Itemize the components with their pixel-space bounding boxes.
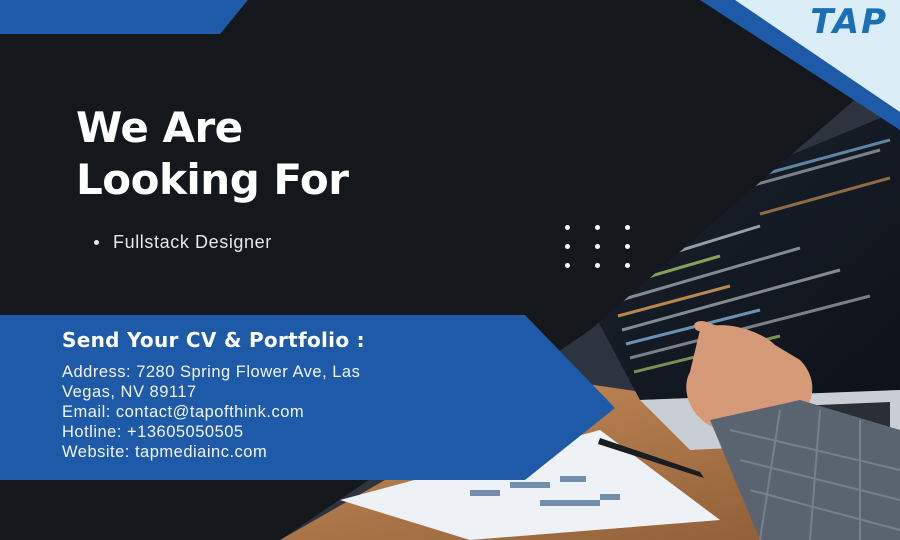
dot-icon [625,244,630,249]
address-line-2: Vegas, NV 89117 [62,383,197,401]
headline: We Are Looking For [76,102,349,206]
hotline-text: Hotline: +13605050505 [62,423,244,441]
headline-line-2: Looking For [76,155,349,204]
role-item: Fullstack Designer [94,232,272,253]
dot-grid-decoration [565,225,630,268]
email-text: Email: contact@tapofthink.com [62,403,305,421]
contact-title: Send Your CV & Portfolio : [62,328,365,352]
dot-icon [565,225,570,230]
dot-icon [565,263,570,268]
contact-info: Send Your CV & Portfolio : Address: 7280… [62,328,492,462]
address-line-1: Address: 7280 Spring Flower Ave, Las [62,363,361,381]
website-text: Website: tapmediainc.com [62,443,268,461]
role-label: Fullstack Designer [113,232,272,252]
dot-icon [595,244,600,249]
tap-logo: TAP [810,2,888,42]
headline-line-1: We Are [76,103,243,152]
dot-icon [595,263,600,268]
dot-icon [565,244,570,249]
dot-icon [595,225,600,230]
bullet-icon [94,240,99,245]
role-list: Fullstack Designer [94,232,272,253]
job-poster: TAP We Are Looking For Fullstack Designe… [0,0,900,540]
dot-icon [625,225,630,230]
dot-icon [625,263,630,268]
